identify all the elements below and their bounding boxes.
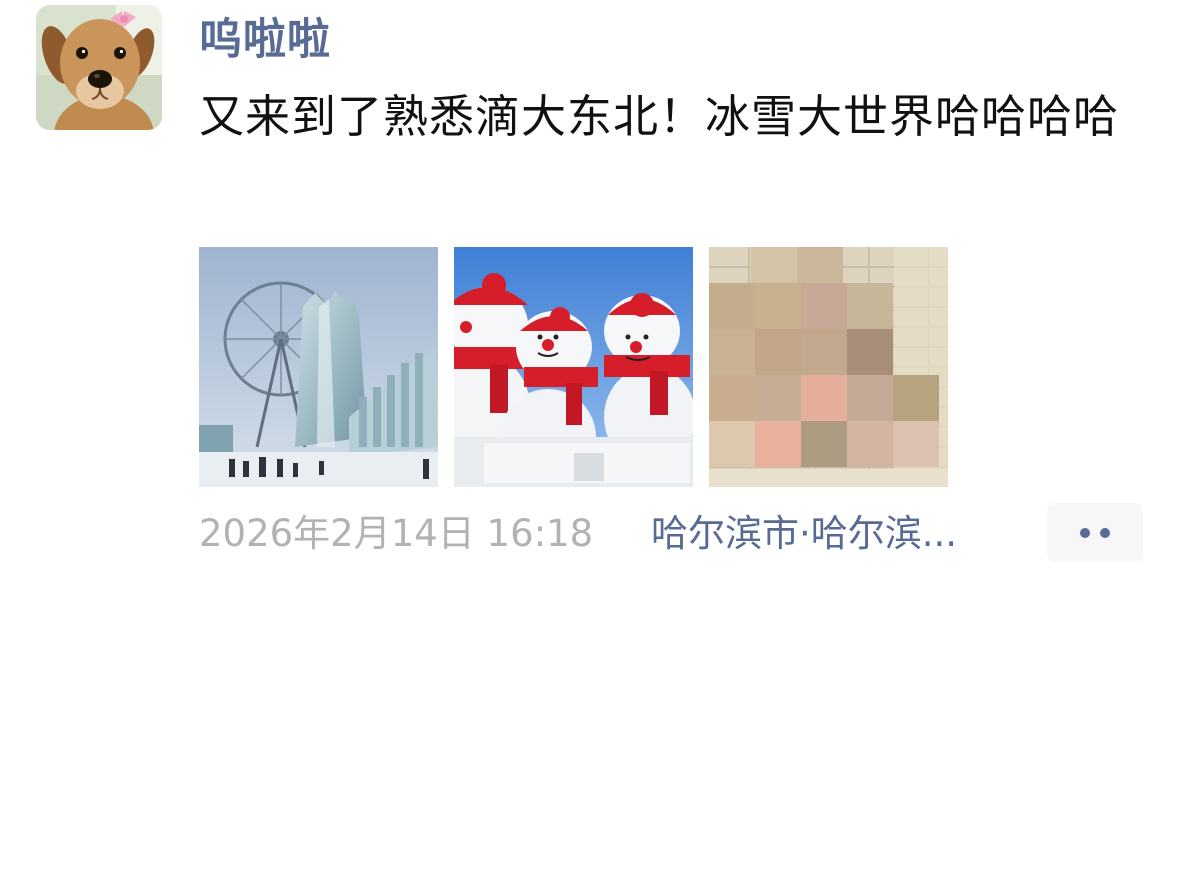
more-dot-icon [1080, 527, 1090, 538]
post-meta: 2026年2月14日 16:18 哈尔滨市·哈尔滨... [199, 508, 1159, 564]
more-actions-button[interactable]: •• [1047, 503, 1143, 562]
photo-grid [199, 247, 959, 487]
snowmen-photo-icon [454, 247, 693, 487]
location-link[interactable]: 哈尔滨市·哈尔滨... [651, 508, 957, 560]
more-dot-icon [1100, 527, 1110, 538]
more-actions-label: •• [1095, 532, 1096, 533]
post-text: 又来到了熟悉滴大东北！冰雪大世界哈哈哈哈 [199, 90, 1120, 143]
photo-pixelated[interactable] [709, 247, 948, 487]
photo-ice-sculpture[interactable] [199, 247, 438, 487]
post-timestamp: 2026年2月14日 16:18 [199, 512, 594, 555]
puppy-avatar-icon [36, 5, 162, 130]
photo-snowmen[interactable] [454, 247, 693, 487]
ice-sculpture-photo-icon [199, 247, 438, 487]
nickname[interactable]: 呜啦啦 [199, 12, 331, 68]
avatar[interactable] [36, 5, 162, 130]
pixelated-photo-icon [709, 247, 948, 487]
